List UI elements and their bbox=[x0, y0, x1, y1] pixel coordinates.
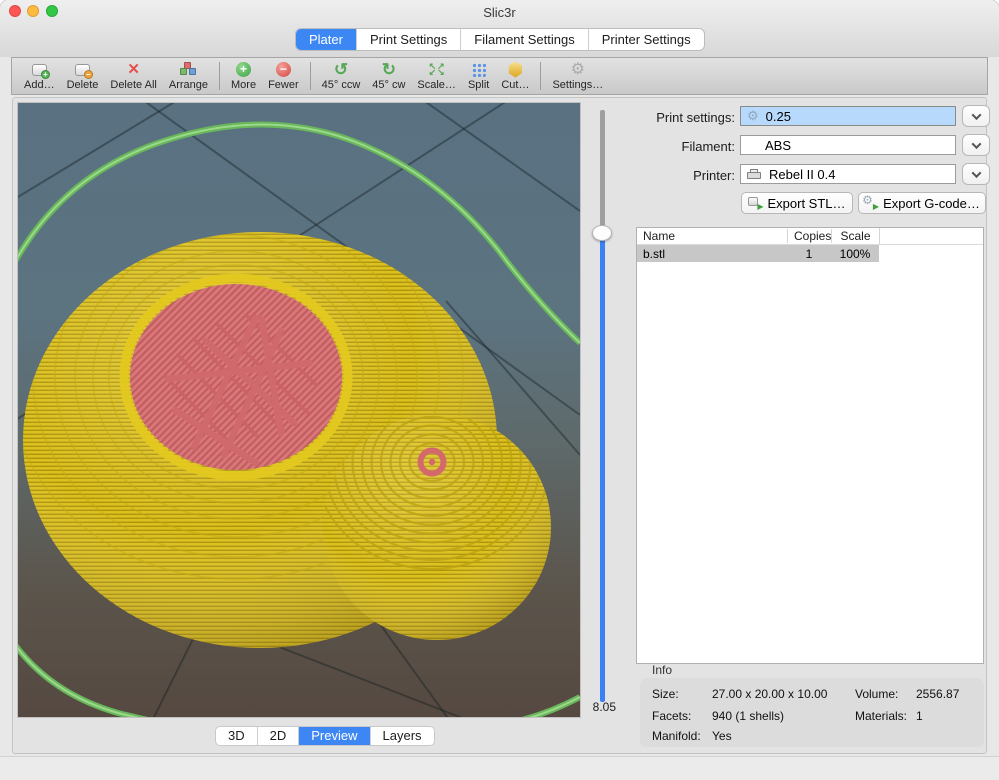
add-object-icon: + bbox=[32, 64, 47, 76]
fewer-button[interactable]: − Fewer bbox=[262, 58, 305, 94]
delete-object-icon: – bbox=[75, 64, 90, 76]
filament-label: Filament: bbox=[639, 139, 735, 154]
view-3d-button[interactable]: 3D bbox=[216, 727, 257, 745]
column-header-scale[interactable]: Scale bbox=[831, 229, 879, 243]
view-2d-button[interactable]: 2D bbox=[257, 727, 299, 745]
object-list-header: Name Copies Scale bbox=[637, 228, 983, 245]
info-panel: Size: 27.00 x 20.00 x 10.00 Volume: 2556… bbox=[640, 678, 984, 747]
layer-slider[interactable] bbox=[600, 110, 605, 702]
slic3r-window: Slic3r Plater Print Settings Filament Se… bbox=[0, 0, 999, 780]
column-header-spacer bbox=[879, 228, 983, 244]
volume-label: Volume: bbox=[855, 687, 898, 701]
view-mode-switch: 3D 2D Preview Layers bbox=[215, 726, 435, 746]
layer-slider-thumb[interactable] bbox=[592, 225, 612, 241]
delete-all-icon: ✕ bbox=[127, 62, 140, 77]
delete-button[interactable]: – Delete bbox=[61, 58, 105, 94]
rotate-cw-icon: ↻ bbox=[382, 62, 396, 78]
view-preview-button[interactable]: Preview bbox=[298, 727, 369, 745]
export-stl-icon: ▶ bbox=[748, 197, 762, 209]
chevron-down-icon bbox=[971, 168, 981, 178]
export-gcode-button[interactable]: ⚙▶ Export G-code… bbox=[858, 192, 986, 214]
object-settings-button[interactable]: ⚙ Settings… bbox=[546, 58, 609, 94]
export-gcode-icon: ⚙▶ bbox=[864, 197, 878, 209]
preset-gear-icon: ⚙ bbox=[747, 109, 759, 123]
facets-label: Facets: bbox=[652, 709, 691, 723]
object-list: Name Copies Scale b.stl 1 100% bbox=[636, 227, 984, 664]
export-stl-button[interactable]: ▶ Export STL… bbox=[741, 192, 853, 214]
viewport-canvas bbox=[18, 103, 580, 717]
table-row[interactable]: b.stl 1 100% bbox=[637, 245, 879, 262]
toolbar-separator bbox=[219, 62, 220, 90]
chevron-down-icon bbox=[971, 110, 981, 120]
materials-value: 1 bbox=[916, 709, 923, 723]
window-title: Slic3r bbox=[0, 5, 999, 20]
arrange-icon bbox=[180, 62, 197, 77]
tab-plater[interactable]: Plater bbox=[296, 29, 356, 50]
large-dome-top-infill bbox=[130, 284, 342, 470]
more-button[interactable]: + More bbox=[225, 58, 262, 94]
fewer-copies-icon: − bbox=[276, 62, 291, 77]
status-strip bbox=[0, 757, 999, 780]
facets-value: 940 (1 shells) bbox=[712, 709, 784, 723]
filament-select[interactable]: ABS bbox=[740, 135, 956, 155]
toolbar-separator bbox=[540, 62, 541, 90]
cut-button[interactable]: Cut… bbox=[495, 58, 535, 94]
info-section-title: Info bbox=[652, 663, 672, 677]
settings-gear-icon: ⚙ bbox=[571, 62, 585, 78]
tab-filament-settings[interactable]: Filament Settings bbox=[460, 29, 587, 50]
delete-all-button[interactable]: ✕ Delete All bbox=[104, 58, 162, 94]
volume-value: 2556.87 bbox=[916, 687, 959, 701]
size-label: Size: bbox=[652, 687, 679, 701]
manifold-label: Manifold: bbox=[652, 729, 701, 743]
chevron-down-icon bbox=[971, 139, 981, 149]
printer-label: Printer: bbox=[639, 168, 735, 183]
scale-button[interactable]: ↖↗↙↘ Scale… bbox=[411, 58, 462, 94]
materials-label: Materials: bbox=[855, 709, 907, 723]
rotate-cw-button[interactable]: ↻ 45° cw bbox=[366, 58, 411, 94]
arrange-button[interactable]: Arrange bbox=[163, 58, 214, 94]
printer-icon bbox=[747, 169, 761, 179]
printer-dropdown-button[interactable] bbox=[962, 163, 990, 185]
printer-select[interactable]: Rebel II 0.4 bbox=[740, 164, 956, 184]
cut-icon bbox=[508, 62, 523, 78]
scale-icon: ↖↗↙↘ bbox=[429, 62, 445, 77]
rotate-ccw-icon: ↺ bbox=[334, 62, 348, 78]
split-icon bbox=[471, 62, 486, 77]
print-settings-select[interactable]: ⚙ 0.25 bbox=[740, 106, 956, 126]
preview-3d-viewport[interactable] bbox=[18, 103, 580, 717]
size-value: 27.00 x 20.00 x 10.00 bbox=[712, 687, 827, 701]
layer-slider-value: 8.05 bbox=[576, 700, 616, 714]
view-layers-button[interactable]: Layers bbox=[370, 727, 434, 745]
toolbar-separator bbox=[310, 62, 311, 90]
print-settings-label: Print settings: bbox=[639, 110, 735, 125]
rotate-ccw-button[interactable]: ↺ 45° ccw bbox=[316, 58, 367, 94]
tab-print-settings[interactable]: Print Settings bbox=[356, 29, 460, 50]
manifold-value: Yes bbox=[712, 729, 732, 743]
main-tabbar: Plater Print Settings Filament Settings … bbox=[295, 28, 705, 51]
print-settings-dropdown-button[interactable] bbox=[962, 105, 990, 127]
column-header-name[interactable]: Name bbox=[637, 229, 787, 243]
column-header-copies[interactable]: Copies bbox=[787, 229, 831, 243]
tab-printer-settings[interactable]: Printer Settings bbox=[588, 29, 704, 50]
filament-dropdown-button[interactable] bbox=[962, 134, 990, 156]
add-button[interactable]: + Add… bbox=[18, 58, 61, 94]
more-copies-icon: + bbox=[236, 62, 251, 77]
split-button[interactable]: Split bbox=[462, 58, 495, 94]
plater-toolbar: + Add… – Delete ✕ Delete All Arrange + M… bbox=[11, 57, 988, 95]
